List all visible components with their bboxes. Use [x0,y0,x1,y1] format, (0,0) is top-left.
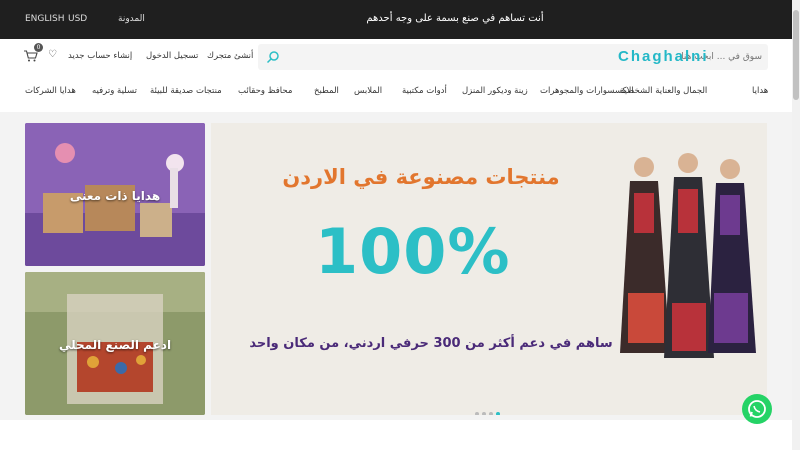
nav-item-bags[interactable]: محافظ وحقائب [238,86,292,96]
cart-count-badge: 0 [34,43,43,52]
nav-item-stationery[interactable]: أدوات مكتبية [402,86,447,96]
page: ENGLISH USD المدونة أنت تساهم في صنع بسم… [0,0,800,450]
slider-dots [475,401,505,415]
top-bar: ENGLISH USD المدونة أنت تساهم في صنع بسم… [0,0,792,39]
slider-dot[interactable] [482,412,486,415]
nav-item-eco[interactable]: منتجات صديقة للبيئة [150,86,222,96]
wishlist-heart-icon[interactable]: ♡ [48,49,57,60]
site-logo[interactable]: Chaghalni [618,39,786,77]
slider-dot-active[interactable] [496,412,500,415]
login-link[interactable]: تسجيل الدخول [146,51,198,61]
slider-dot[interactable] [475,412,479,415]
nav-item-corporate-gifts[interactable]: هدايا الشركات [25,86,76,96]
hero-banner[interactable]: منتجات مصنوعة في الاردن 100% ساهم في دعم… [211,123,767,415]
local-card-label: ادعم الصنع المحلي [58,338,172,352]
slider-dot[interactable] [489,412,493,415]
gifts-card-label: هدايا ذات معنى [69,189,161,203]
whatsapp-icon [748,400,766,418]
header: 0 ♡ إنشاء حساب جديد تسجيل الدخول أنشئ مت… [0,39,792,77]
currency-switch[interactable]: USD [68,14,87,24]
category-nav: هدايا الجمال والعناية الشخصية الاكسسوارا… [0,86,792,104]
search-icon[interactable] [266,50,280,64]
cart-icon[interactable] [24,50,38,62]
promo-text: أنت تساهم في صنع بسمة على وجه أحدهم [366,13,544,24]
whatsapp-button[interactable] [742,394,772,424]
banner-title: منتجات مصنوعة في الاردن [282,165,560,189]
language-switch[interactable]: ENGLISH [25,14,65,24]
blog-link[interactable]: المدونة [118,14,145,24]
create-store-link[interactable]: أنشئ متجرك [207,51,253,61]
logo-brand-text: Chaghalni [618,48,709,65]
nav-item-home-decor[interactable]: زينة وديكور المنزل [462,86,528,96]
scrollbar-thumb[interactable] [793,10,799,100]
local-promo-card[interactable]: ادعم الصنع المحلي [25,272,205,415]
nav-item-kitchen[interactable]: المطبخ [314,86,339,96]
nav-item-clothing[interactable]: الملابس [354,86,382,96]
register-link[interactable]: إنشاء حساب جديد [68,51,132,61]
banner-subtitle: ساهم في دعم أكثر من 300 حرفي اردني، من م… [249,336,613,351]
nav-item-gifts[interactable]: هدايا [752,86,768,96]
page-scrollbar[interactable] [792,0,800,450]
traditional-dresses-illustration [620,153,756,358]
nav-item-entertainment[interactable]: تسلية وترفيه [92,86,137,96]
nav-item-accessories[interactable]: الاكسسوارات والمجوهرات [540,86,634,96]
gifts-promo-card[interactable]: هدايا ذات معنى [25,123,205,266]
banner-percent: 100% [315,215,511,288]
